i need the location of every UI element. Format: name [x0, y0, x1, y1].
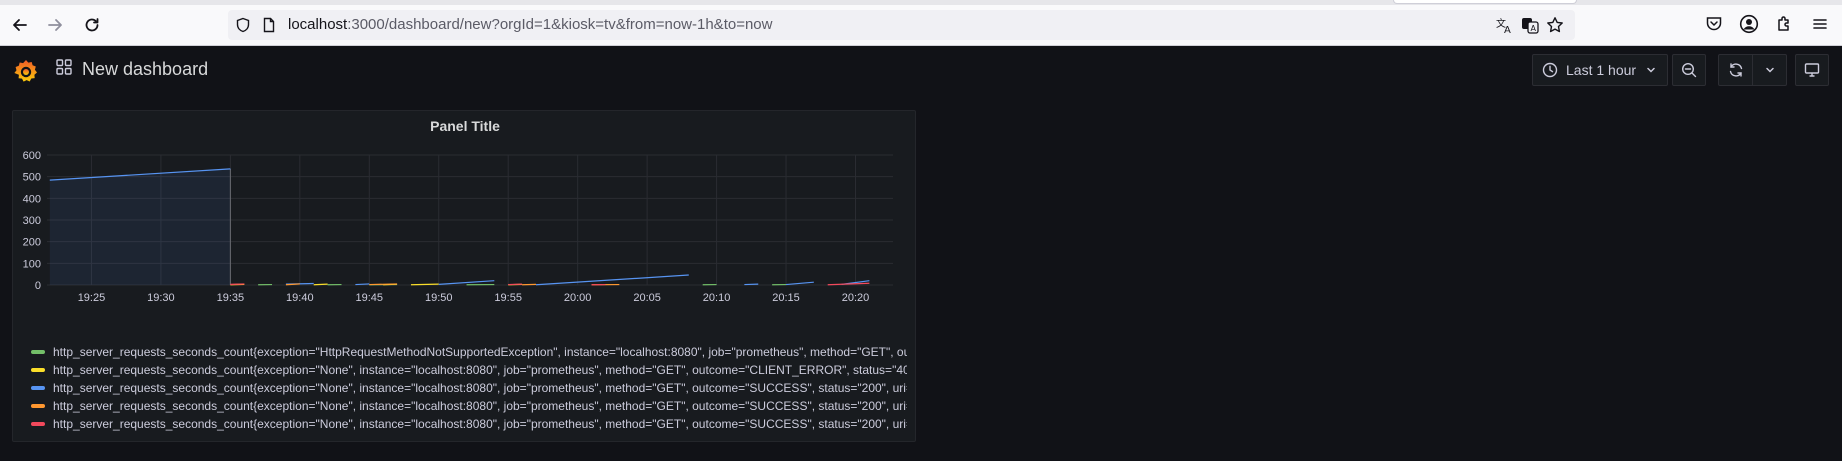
back-icon[interactable]	[8, 13, 32, 37]
dashboard-header: New dashboard Last 1 hour	[0, 46, 1842, 94]
dashboards-grid-icon[interactable]	[56, 59, 72, 80]
grafana-logo-icon[interactable]	[12, 58, 40, 86]
refresh-interval-chevron-icon[interactable]	[1753, 64, 1786, 76]
legend-swatch	[31, 350, 45, 354]
series-line-segment	[313, 283, 328, 286]
reload-icon[interactable]	[80, 13, 104, 37]
series-line-segment	[535, 274, 689, 286]
legend-item[interactable]: http_server_requests_seconds_count{excep…	[31, 415, 907, 433]
zoom-out-icon	[1681, 62, 1697, 78]
x-tick-label: 19:30	[147, 292, 175, 304]
series-line-segment	[410, 283, 439, 286]
legend-label: http_server_requests_seconds_count{excep…	[53, 363, 907, 377]
y-tick-label: 300	[23, 215, 41, 227]
url-path: :3000/dashboard/new?orgId=1&kiosk=tv&fro…	[347, 16, 773, 33]
chevron-down-icon	[1645, 64, 1657, 76]
tab-strip	[0, 0, 1842, 5]
refresh-icon[interactable]	[1719, 55, 1753, 85]
pocket-icon[interactable]	[1703, 13, 1725, 35]
bookmark-star-icon[interactable]	[1546, 16, 1564, 34]
legend-label: http_server_requests_seconds_count{excep…	[53, 381, 907, 395]
url-host: localhost	[288, 16, 348, 33]
page-translate-icon[interactable]: A	[1521, 16, 1539, 34]
svg-text:A: A	[1504, 25, 1511, 34]
x-tick-label: 19:35	[217, 292, 245, 304]
extensions-icon[interactable]	[1773, 13, 1795, 35]
account-icon[interactable]	[1738, 13, 1760, 35]
refresh-picker[interactable]	[1718, 54, 1787, 86]
series-line-segment	[438, 280, 495, 285]
translate-icon[interactable]: 文A	[1496, 16, 1514, 34]
x-tick-label: 19:25	[78, 292, 106, 304]
legend-item[interactable]: http_server_requests_seconds_count{excep…	[31, 361, 907, 379]
series-area-fill	[49, 168, 231, 285]
x-tick-label: 20:20	[842, 292, 870, 304]
clock-icon	[1542, 62, 1558, 78]
legend-swatch	[31, 386, 45, 390]
url-bar[interactable]: localhost:3000/dashboard/new?orgId=1&kio…	[228, 10, 1575, 40]
time-series-chart[interactable]: 0 100 200 300 400 500 600 19:25 19:30 19:35 19:40 1…	[13, 141, 917, 341]
x-tick-label: 19:55	[494, 292, 522, 304]
time-range-picker[interactable]: Last 1 hour	[1532, 54, 1668, 86]
legend-swatch	[31, 422, 45, 426]
x-tick-label: 20:15	[772, 292, 800, 304]
x-tick-label: 19:50	[425, 292, 453, 304]
legend-item[interactable]: http_server_requests_seconds_count{excep…	[31, 343, 907, 361]
time-range-label: Last 1 hour	[1566, 62, 1637, 78]
url-text[interactable]: localhost:3000/dashboard/new?orgId=1&kio…	[288, 16, 772, 33]
y-tick-label: 100	[23, 258, 41, 270]
legend-swatch	[31, 404, 45, 408]
svg-text:A: A	[1531, 24, 1537, 33]
series-line-segment	[369, 283, 398, 286]
zoom-out-button[interactable]	[1672, 54, 1706, 86]
chart-legend: http_server_requests_seconds_count{excep…	[31, 343, 907, 433]
browser-tab[interactable]	[1393, 0, 1577, 4]
legend-item[interactable]: http_server_requests_seconds_count{excep…	[31, 397, 907, 415]
x-tick-label: 20:00	[564, 292, 592, 304]
forward-icon[interactable]	[43, 13, 67, 37]
panel-title[interactable]: Panel Title	[13, 118, 917, 134]
page-icon[interactable]	[260, 16, 278, 34]
series-line-segment	[355, 283, 370, 286]
x-tick-label: 20:05	[633, 292, 661, 304]
view-mode-button[interactable]	[1795, 54, 1829, 86]
legend-item[interactable]: http_server_requests_seconds_count{excep…	[31, 379, 907, 397]
y-tick-label: 200	[23, 237, 41, 249]
y-tick-label: 400	[23, 193, 41, 205]
x-tick-label: 19:40	[286, 292, 314, 304]
x-tick-label: 19:45	[356, 292, 384, 304]
page-title[interactable]: New dashboard	[82, 59, 208, 80]
y-tick-label: 600	[23, 150, 41, 162]
series-line-segment	[785, 281, 814, 286]
monitor-icon	[1804, 62, 1820, 78]
y-tick-label: 500	[23, 172, 41, 184]
shield-icon[interactable]	[234, 16, 252, 34]
legend-label: http_server_requests_seconds_count{excep…	[53, 417, 907, 431]
menu-icon[interactable]	[1809, 13, 1831, 35]
y-tick-label: 0	[35, 280, 41, 292]
legend-label: http_server_requests_seconds_count{excep…	[53, 345, 907, 359]
legend-swatch	[31, 368, 45, 372]
legend-label: http_server_requests_seconds_count{excep…	[53, 399, 907, 413]
graph-panel[interactable]: Panel Title 0 100 200 300 400 500 600 19:25 19:3…	[12, 110, 916, 442]
x-tick-label: 20:10	[703, 292, 731, 304]
breadcrumb: New dashboard	[56, 59, 208, 80]
browser-toolbar: localhost:3000/dashboard/new?orgId=1&kio…	[0, 0, 1842, 46]
